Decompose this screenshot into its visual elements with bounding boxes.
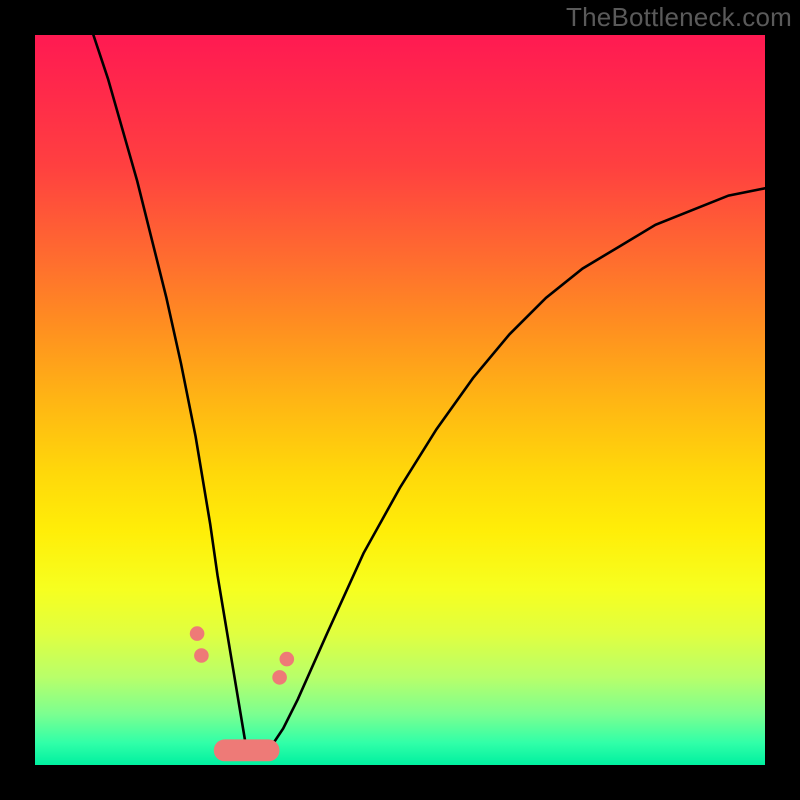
marker-group: [190, 626, 294, 684]
minimum-capsule: [214, 739, 280, 761]
marker-dot: [194, 648, 209, 663]
plot-area: [35, 35, 765, 765]
curve-svg: [35, 35, 765, 765]
watermark-text: TheBottleneck.com: [566, 2, 792, 33]
marker-dot: [190, 626, 205, 641]
bottleneck-curve: [93, 35, 765, 758]
chart-frame: TheBottleneck.com: [0, 0, 800, 800]
marker-dot: [280, 652, 295, 667]
marker-dot: [272, 670, 287, 685]
